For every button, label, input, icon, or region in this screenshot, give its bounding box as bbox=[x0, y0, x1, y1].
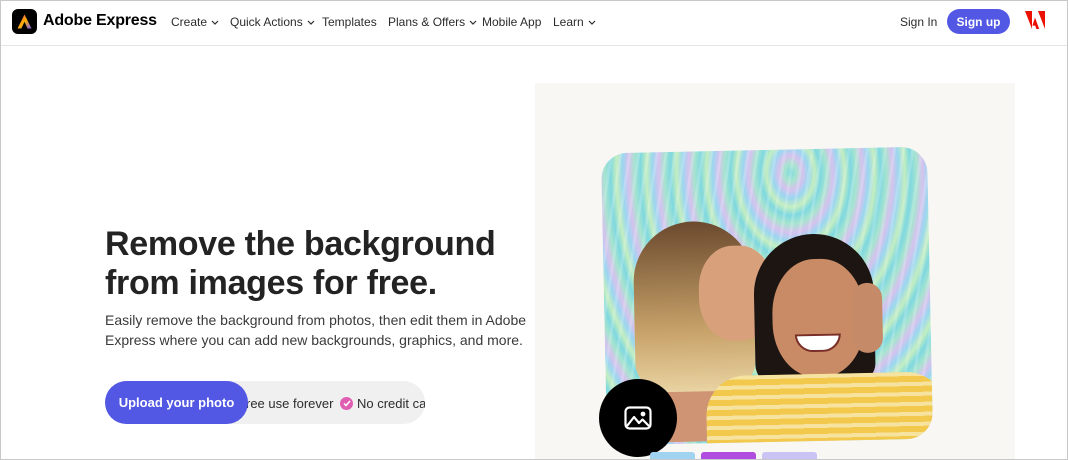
nav-item-create[interactable]: Create bbox=[171, 15, 219, 29]
nav-item-label: Mobile App bbox=[482, 15, 542, 29]
sign-up-button[interactable]: Sign up bbox=[947, 9, 1010, 34]
chevron-down-icon bbox=[307, 20, 315, 25]
nav-item-templates[interactable]: Templates bbox=[322, 15, 377, 29]
chevron-down-icon bbox=[588, 20, 596, 25]
thumbnail bbox=[650, 452, 695, 460]
sign-in-link[interactable]: Sign In bbox=[900, 15, 937, 29]
chevron-down-icon bbox=[469, 20, 477, 25]
brand-name[interactable]: Adobe Express bbox=[43, 12, 157, 30]
nav-item-label: Plans & Offers bbox=[388, 15, 466, 29]
page-title: Remove the background from images for fr… bbox=[105, 225, 496, 302]
perk-no-credit-card: No credit card bbox=[357, 396, 425, 411]
adobe-express-logo-icon[interactable] bbox=[12, 9, 37, 34]
upload-photo-button[interactable]: Upload your photo bbox=[105, 381, 248, 424]
adobe-logo-icon[interactable] bbox=[1025, 11, 1045, 29]
nav-item-plans-offers[interactable]: Plans & Offers bbox=[388, 15, 477, 29]
perk-free-use: ree use forever bbox=[246, 396, 334, 411]
thumbnail bbox=[701, 452, 756, 460]
nav-item-label: Learn bbox=[553, 15, 584, 29]
thumbnail bbox=[762, 452, 817, 460]
thumbnail-strip bbox=[650, 452, 850, 460]
nav-item-label: Quick Actions bbox=[230, 15, 303, 29]
nav-item-label: Create bbox=[171, 15, 208, 29]
nav-item-label: Templates bbox=[322, 15, 377, 29]
nav-item-mobile-app[interactable]: Mobile App bbox=[482, 15, 541, 29]
hero-subtitle: Easily remove the background from photos… bbox=[105, 312, 527, 348]
striped-shirt bbox=[705, 371, 934, 446]
image-icon bbox=[624, 406, 652, 430]
chevron-down-icon bbox=[211, 20, 219, 25]
nav-item-learn[interactable]: Learn bbox=[553, 15, 596, 29]
image-icon-badge bbox=[599, 379, 677, 457]
top-nav-bar: Adobe Express Create Quick Actions Templ… bbox=[0, 0, 1068, 46]
check-circle-icon bbox=[340, 397, 353, 410]
person-hand bbox=[851, 282, 884, 354]
nav-item-quick-actions[interactable]: Quick Actions bbox=[230, 15, 315, 29]
